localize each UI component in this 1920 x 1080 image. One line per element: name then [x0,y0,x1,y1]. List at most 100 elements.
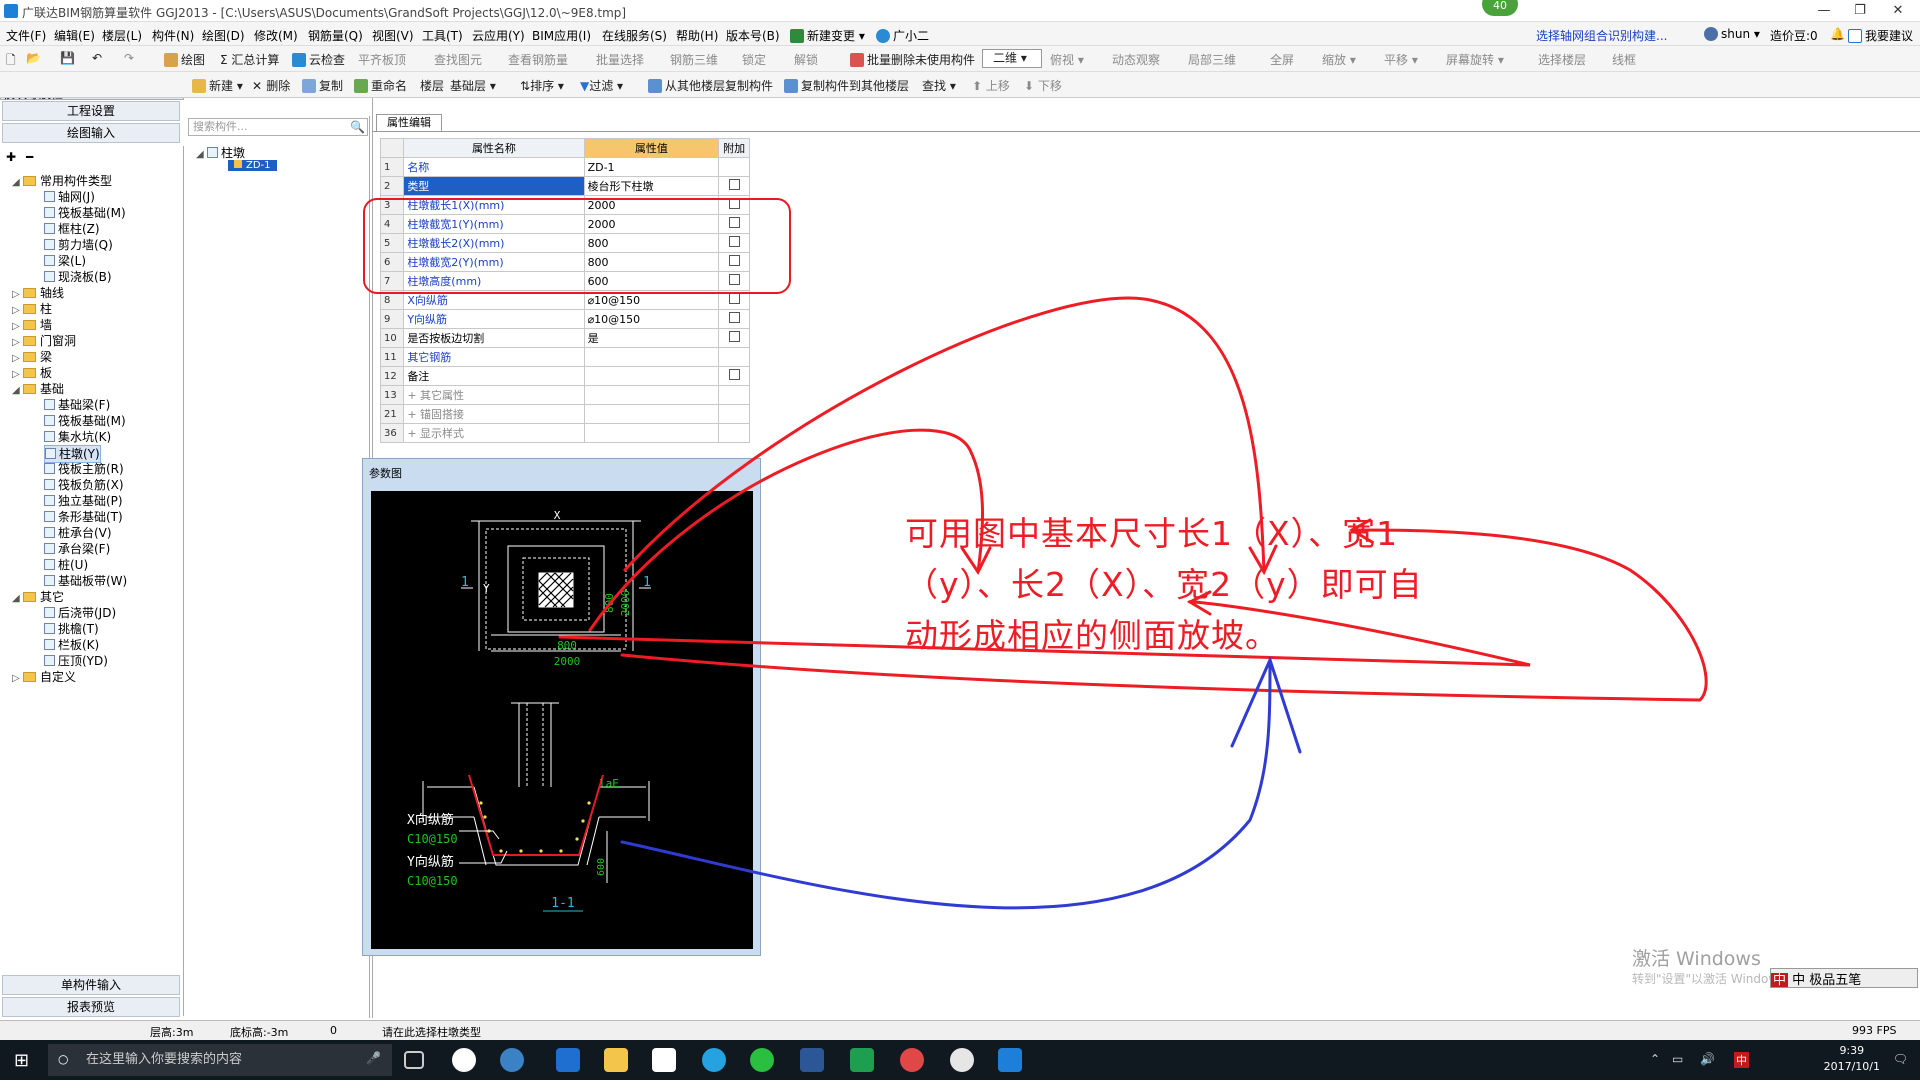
app-store-icon[interactable] [652,1048,676,1072]
find-button[interactable]: 查找 ▾ [922,77,956,94]
extra-checkbox[interactable] [728,369,740,380]
menu-bim[interactable]: BIM应用(I) [532,27,591,44]
draw-button[interactable]: 绘图 [164,51,205,68]
user-menu[interactable]: shun ▾ [1704,27,1760,41]
extra-checkbox[interactable] [728,179,740,190]
app-chrome-icon[interactable] [950,1048,974,1072]
app-baidu-icon[interactable] [452,1048,476,1072]
floor-select[interactable]: 基础层 ▾ [450,77,510,94]
rebar-3d-button[interactable]: 钢筋三维 [670,51,718,68]
tree-folder-custom[interactable]: ▷ 自定义 [12,669,76,687]
tree-item-beam[interactable]: 梁(L) [44,253,86,269]
property-row[interactable]: 11 其它钢筋 [379,347,750,367]
menu-file[interactable]: 文件(F) [6,27,46,44]
tray-ime[interactable]: 中 [1734,1052,1749,1068]
tree-item-shear-wall[interactable]: 剪力墙(Q) [44,237,113,253]
close-button[interactable]: ✕ [1878,0,1918,22]
coins-label[interactable]: 造价豆:0 [1770,27,1818,44]
taskbar-search-input[interactable]: 在这里输入你要搜索的内容 [48,1044,392,1076]
collapse-all-icon[interactable]: ━ [26,150,33,164]
menu-floor[interactable]: 楼层(L) [102,27,142,44]
menu-online[interactable]: 在线服务(S) [602,27,667,44]
bell-icon[interactable]: 🔔 [1830,27,1845,41]
flat-slab-button[interactable]: 平齐板顶 [358,51,406,68]
search-icon[interactable]: 🔍 [350,120,365,134]
tree-item-grid[interactable]: 轴网(J) [44,189,95,205]
delete-button[interactable]: ✕ 删除 [252,77,290,94]
tree-item-raft-neg-bar[interactable]: 筏板负筋(X) [44,477,124,493]
windows-start-icon[interactable]: ⊞ [14,1050,29,1071]
minimize-button[interactable]: — [1804,0,1844,22]
dynamic-view-button[interactable]: 动态观察 [1112,51,1160,68]
app-g-icon[interactable] [702,1048,726,1072]
action-center-icon[interactable]: 🗨 [1893,1052,1908,1066]
tree-item-found-raft[interactable]: 筏板基础(M) [44,413,126,429]
property-value[interactable]: ⌀10@150 [583,309,720,329]
expand-all-icon[interactable]: ✚ [6,150,16,164]
menu-draw[interactable]: 绘图(D) [202,27,245,44]
menu-component[interactable]: 构件(N) [152,27,194,44]
app-ggj-icon[interactable] [998,1048,1022,1072]
app-red-icon[interactable] [900,1048,924,1072]
menu-assistant[interactable]: 广小二 [876,27,929,44]
property-row[interactable]: 21 + 锚固搭接 [379,404,750,424]
new-file-icon[interactable]: 🗋 [6,51,16,72]
tree-item-cap-beam[interactable]: 承台梁(F) [44,541,110,557]
tree-item-strip-found[interactable]: 条形基础(T) [44,509,123,525]
menu-tools[interactable]: 工具(T) [422,27,463,44]
property-value[interactable] [583,347,720,367]
property-value[interactable]: 棱台形下柱墩 [583,176,720,196]
open-file-icon[interactable]: 📂 [26,51,41,65]
tray-chevron-icon[interactable]: ⌃ [1650,1052,1660,1066]
undo-icon[interactable]: ↶ [92,51,102,65]
batch-delete-button[interactable]: 批量删除未使用构件 [850,51,975,68]
local-3d-button[interactable]: 局部三维 [1188,51,1236,68]
property-row[interactable]: 13 + 其它属性 [379,385,750,405]
tree-item-sump[interactable]: 集水坑(K) [44,429,111,445]
drawing-input-button[interactable]: 绘图输入 [2,123,180,143]
view-mode-select[interactable]: 二维 ▾ [982,49,1042,68]
menu-version[interactable]: 版本号(B) [726,27,780,44]
tree-item-raft[interactable]: 筏板基础(M) [44,205,126,221]
tree-item-raft-main-bar[interactable]: 筏板主筋(R) [44,461,124,477]
property-row[interactable]: 2 类型 棱台形下柱墩 [379,176,750,196]
extra-checkbox[interactable] [728,312,740,323]
task-view-icon[interactable] [404,1051,424,1069]
copy-from-floor-button[interactable]: 从其他楼层复制构件 [648,77,773,94]
sum-calc-button[interactable]: Σ 汇总计算 [220,51,279,68]
property-value[interactable] [583,404,720,424]
tree-item-post-pour[interactable]: 后浇带(JD) [44,605,116,621]
find-element-button[interactable]: 查找图元 [434,51,482,68]
tree-item-found-beam[interactable]: 基础梁(F) [44,397,110,413]
property-value[interactable] [583,423,720,443]
menu-edit[interactable]: 编辑(E) [54,27,95,44]
tree-item-found-strip[interactable]: 基础板带(W) [44,573,127,589]
tree-item-parapet[interactable]: 栏板(K) [44,637,99,653]
fullscreen-button[interactable]: 全屏 [1270,51,1294,68]
property-row[interactable]: 36 + 显示样式 [379,423,750,443]
tree-item-pile-cap[interactable]: 桩承台(V) [44,525,112,541]
app-word-icon[interactable] [800,1048,824,1072]
lock-button[interactable]: 锁定 [742,51,766,68]
filter-button[interactable]: ▼过滤 ▾ [580,77,623,94]
copy-to-floor-button[interactable]: 复制构件到其他楼层 [784,77,909,94]
select-floor-button[interactable]: 选择楼层 [1538,51,1586,68]
menu-new-change[interactable]: 新建变更 ▾ [790,27,865,44]
property-row[interactable]: 12 备注 [379,366,750,386]
app-wechat-icon[interactable] [750,1048,774,1072]
search-input[interactable]: 搜索构件... [188,118,368,136]
tree-item-isolated-found[interactable]: 独立基础(P) [44,493,123,509]
sort-button[interactable]: ⇅排序 ▾ [520,77,564,94]
app-edge-icon[interactable] [556,1048,580,1072]
wireframe-button[interactable]: 线框 [1612,51,1636,68]
tab-property-edit[interactable]: 属性编辑 [376,114,442,131]
zoom-button[interactable]: 缩放 ▾ [1322,51,1356,68]
project-settings-button[interactable]: 工程设置 [2,101,180,121]
menu-help[interactable]: 帮助(H) [676,27,718,44]
menu-view[interactable]: 视图(V) [372,27,414,44]
property-row[interactable]: 1 名称 ZD-1 [379,157,750,177]
redo-icon[interactable]: ↷ [124,51,134,65]
property-value[interactable] [583,385,720,405]
extra-checkbox[interactable] [728,293,740,304]
tree-item-zd1[interactable]: ZD-1 [228,160,277,171]
